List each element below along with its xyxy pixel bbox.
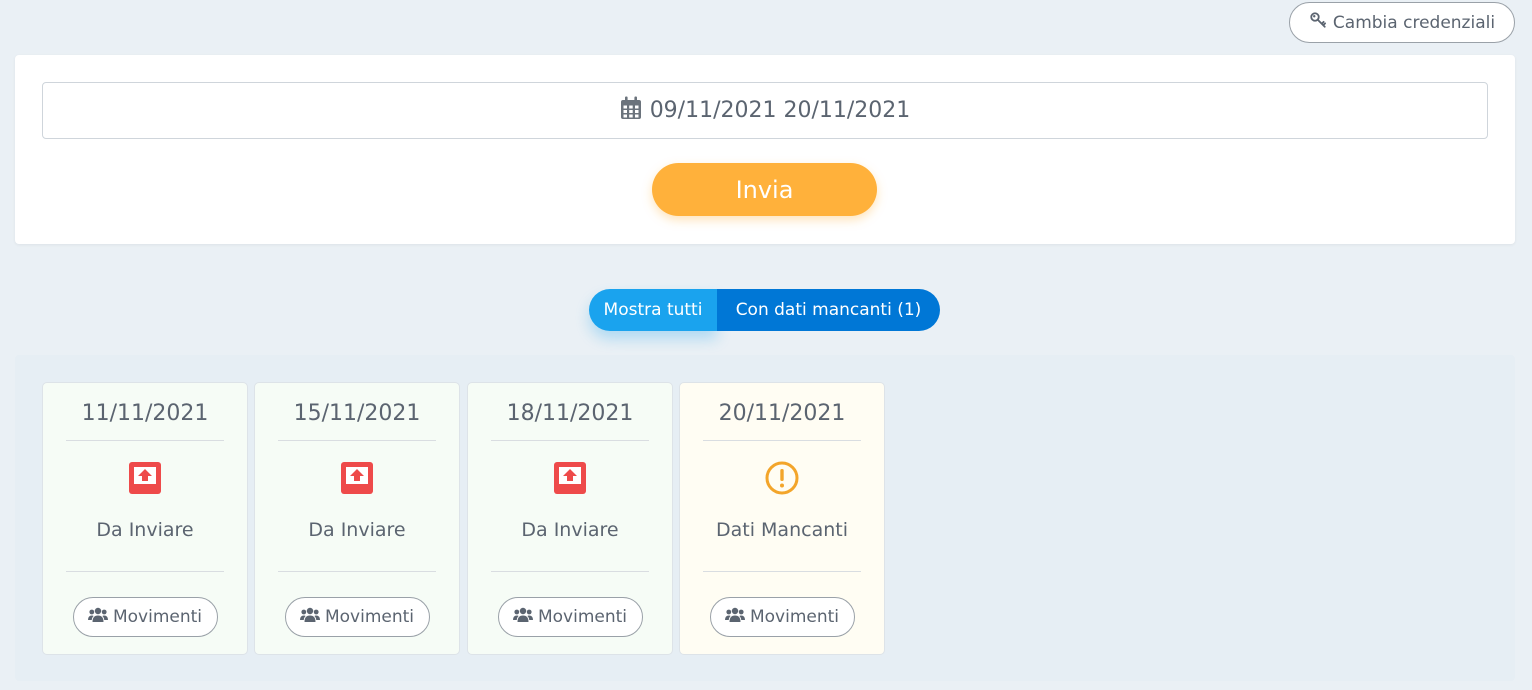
date-form-card: 09/11/2021 20/11/2021 Invia xyxy=(15,55,1515,244)
date-range-value: 09/11/2021 20/11/2021 xyxy=(649,98,911,123)
day-status: Da Inviare xyxy=(96,519,194,541)
movements-button[interactable]: Movimenti xyxy=(284,597,430,637)
users-icon xyxy=(512,607,533,628)
filter-show-all-button[interactable]: Mostra tutti xyxy=(589,289,717,331)
divider xyxy=(278,440,436,441)
day-date: 18/11/2021 xyxy=(506,401,634,426)
upload-tray-icon xyxy=(128,461,162,495)
divider xyxy=(491,440,649,441)
day-date: 20/11/2021 xyxy=(718,401,846,426)
movements-label: Movimenti xyxy=(112,607,203,627)
divider xyxy=(703,571,861,572)
divider xyxy=(278,571,436,572)
users-icon xyxy=(724,607,745,628)
upload-tray-icon xyxy=(553,461,587,495)
day-status: Da Inviare xyxy=(521,519,619,541)
filter-toggle-group: Mostra tutti Con dati mancanti (1) xyxy=(589,289,940,331)
date-range-input[interactable]: 09/11/2021 20/11/2021 xyxy=(42,82,1488,139)
divider xyxy=(66,440,224,441)
movements-button[interactable]: Movimenti xyxy=(72,597,218,637)
day-date: 11/11/2021 xyxy=(81,401,209,426)
divider xyxy=(703,440,861,441)
users-icon xyxy=(87,607,108,628)
change-credentials-label: Cambia credenziali xyxy=(1332,12,1496,33)
filter-missing-data-button[interactable]: Con dati mancanti (1) xyxy=(717,289,940,331)
movements-label: Movimenti xyxy=(537,607,628,627)
change-credentials-button[interactable]: Cambia credenziali xyxy=(1289,2,1515,43)
day-card[interactable]: 18/11/2021 Da Inviare Movimenti xyxy=(467,382,673,655)
movements-label: Movimenti xyxy=(324,607,415,627)
divider xyxy=(66,571,224,572)
day-status: Dati Mancanti xyxy=(716,519,848,541)
movements-button[interactable]: Movimenti xyxy=(497,597,643,637)
key-icon xyxy=(1309,11,1327,34)
day-card[interactable]: 11/11/2021 Da Inviare Movimenti xyxy=(42,382,248,655)
day-card[interactable]: 20/11/2021 Dati Mancanti Movimenti xyxy=(679,382,885,655)
calendar-icon xyxy=(620,96,642,126)
warning-circle-icon xyxy=(765,461,799,495)
users-icon xyxy=(299,607,320,628)
upload-tray-icon xyxy=(340,461,374,495)
movements-label: Movimenti xyxy=(749,607,840,627)
day-card[interactable]: 15/11/2021 Da Inviare Movimenti xyxy=(254,382,460,655)
day-date: 15/11/2021 xyxy=(293,401,421,426)
day-cards-container: 11/11/2021 Da Inviare Movimenti 15/11/20… xyxy=(15,355,1515,681)
movements-button[interactable]: Movimenti xyxy=(709,597,855,637)
day-status: Da Inviare xyxy=(308,519,406,541)
divider xyxy=(491,571,649,572)
submit-button[interactable]: Invia xyxy=(652,163,877,216)
